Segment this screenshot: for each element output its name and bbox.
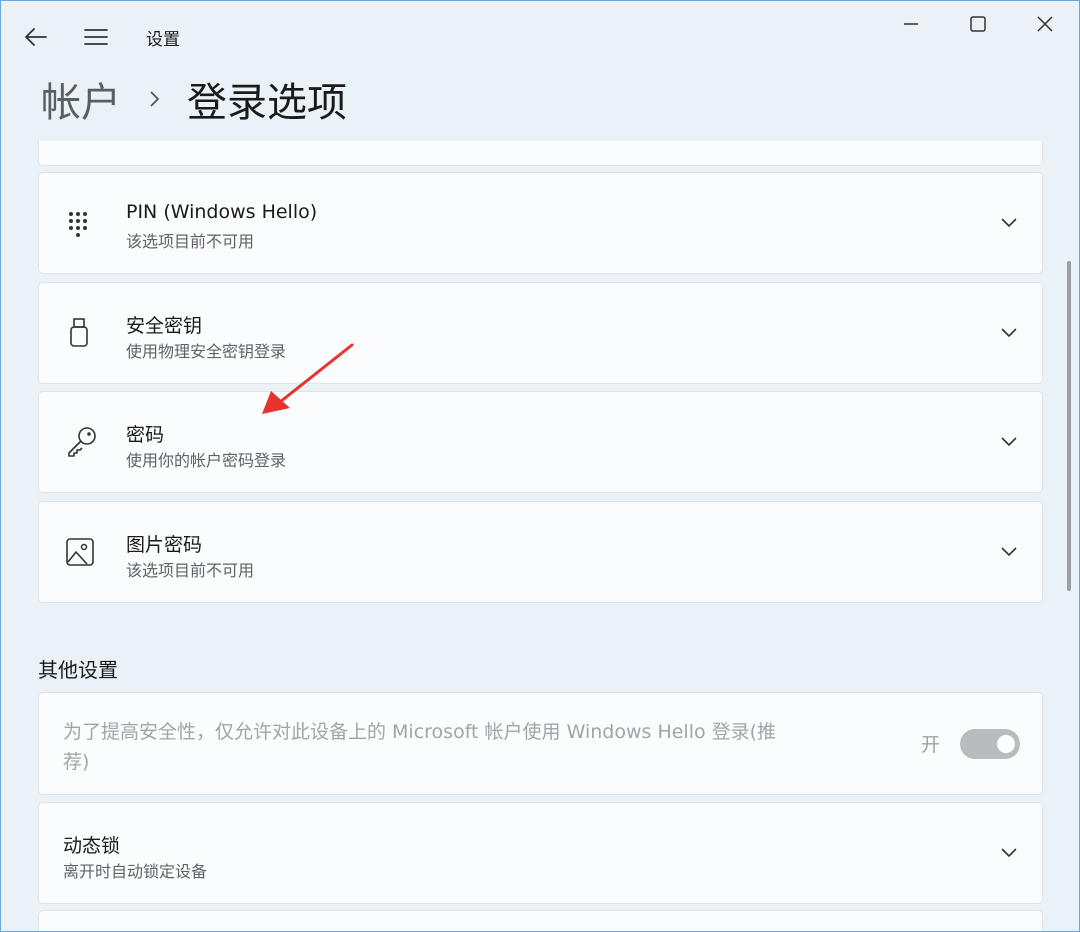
pin-keypad-icon: [65, 173, 95, 273]
option-picture-password[interactable]: 图片密码 该选项目前不可用: [38, 501, 1043, 603]
back-button[interactable]: [15, 23, 57, 51]
minimize-icon: [904, 23, 918, 25]
option-title: 安全密钥: [126, 315, 203, 337]
option-title: 图片密码: [126, 534, 203, 556]
app-title: 设置: [146, 30, 180, 50]
chevron-down-icon[interactable]: [1000, 502, 1018, 602]
option-title: PIN (Windows Hello): [126, 201, 318, 223]
hamburger-menu-icon: [84, 29, 108, 45]
breadcrumb-separator-chevron-icon: [149, 89, 161, 109]
chevron-down-icon[interactable]: [1000, 392, 1018, 492]
maximize-button[interactable]: [956, 9, 1000, 39]
breadcrumb: 帐户 登录选项: [41, 69, 347, 129]
option-subtitle: 离开时自动锁定设备: [63, 862, 208, 881]
option-subtitle: 该选项目前不可用: [126, 561, 255, 580]
option-subtitle: 使用物理安全密钥登录: [126, 342, 287, 361]
option-security-key[interactable]: 安全密钥 使用物理安全密钥登录: [38, 282, 1043, 384]
chevron-down-icon[interactable]: [1000, 283, 1018, 383]
minimize-button[interactable]: [889, 9, 933, 39]
settings-window: 设置 帐户 登录选项 PIN (Windows Hello) 该选项目前不可用 …: [0, 0, 1080, 932]
close-button[interactable]: [1023, 9, 1067, 39]
option-subtitle: 该选项目前不可用: [126, 232, 255, 251]
windows-hello-only-toggle[interactable]: [960, 729, 1020, 759]
picture-icon: [65, 502, 95, 602]
setting-windows-hello-only: 为了提高安全性，仅允许对此设备上的 Microsoft 帐户使用 Windows…: [38, 692, 1043, 795]
option-title: 密码: [126, 424, 165, 446]
partial-card-above[interactable]: [38, 141, 1043, 166]
vertical-scrollbar[interactable]: [1067, 261, 1071, 591]
toggle-state-label: 开: [921, 734, 941, 756]
settings-content: PIN (Windows Hello) 该选项目前不可用 安全密钥 使用物理安全…: [1, 141, 1061, 931]
breadcrumb-parent-accounts[interactable]: 帐户: [41, 70, 121, 128]
close-icon: [1037, 16, 1053, 32]
toggle-knob: [997, 735, 1015, 753]
key-icon: [65, 392, 99, 492]
partial-card-below[interactable]: [38, 910, 1043, 931]
section-heading-other-settings: 其他设置: [38, 658, 118, 682]
security-key-icon: [65, 283, 95, 383]
option-pin[interactable]: PIN (Windows Hello) 该选项目前不可用: [38, 172, 1043, 274]
navigation-menu-button[interactable]: [75, 23, 117, 51]
back-arrow-icon: [25, 28, 47, 46]
page-title: 登录选项: [187, 80, 347, 126]
option-password[interactable]: 密码 使用你的帐户密码登录: [38, 391, 1043, 493]
option-subtitle: 使用你的帐户密码登录: [126, 451, 287, 470]
option-dynamic-lock[interactable]: 动态锁 离开时自动锁定设备: [38, 802, 1043, 904]
setting-description: 为了提高安全性，仅允许对此设备上的 Microsoft 帐户使用 Windows…: [63, 721, 777, 773]
chevron-down-icon[interactable]: [1000, 803, 1018, 903]
chevron-down-icon[interactable]: [1000, 173, 1018, 273]
title-bar: 设置: [1, 1, 1079, 71]
maximize-icon: [970, 16, 986, 32]
option-title: 动态锁: [63, 835, 121, 857]
